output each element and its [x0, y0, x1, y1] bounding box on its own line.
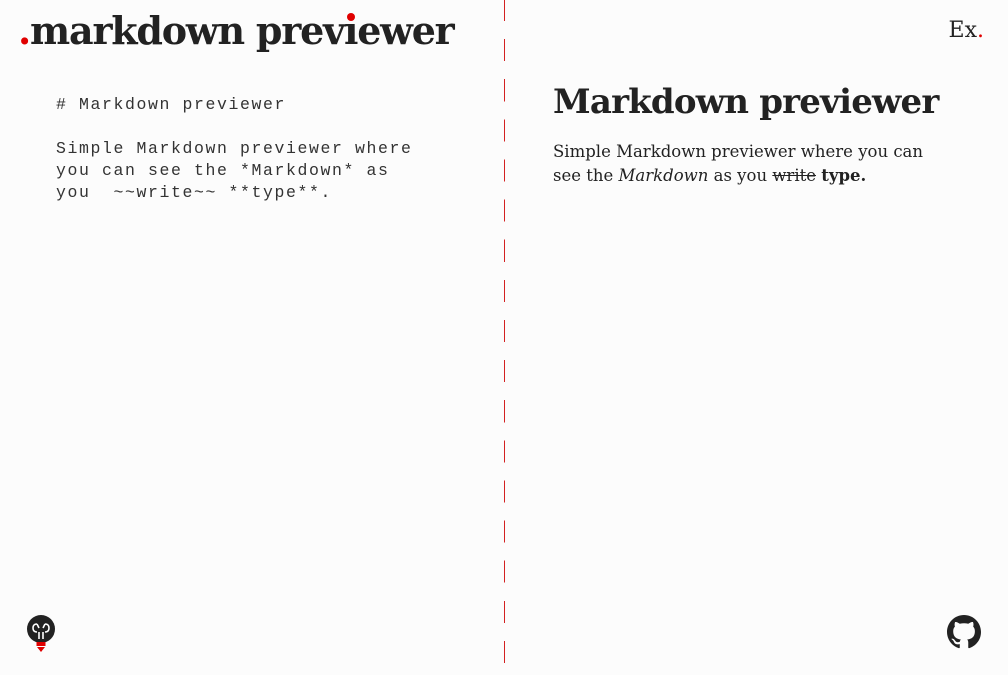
pane-divider [504, 0, 505, 675]
logo-text-end: ewer [357, 8, 455, 53]
preview-bold: type. [821, 166, 867, 185]
example-dot: . [977, 18, 984, 43]
logo-i-letter: ı [343, 8, 358, 53]
logo-text-start: markdown prev [30, 8, 345, 53]
example-button[interactable]: Ex. [949, 18, 984, 43]
app-logo: .markdown prevıewer [18, 8, 455, 53]
example-label: Ex [948, 18, 977, 43]
preview-italic: Markdown [618, 166, 709, 185]
preview-paragraph: Simple Markdown previewer where you can … [553, 140, 953, 188]
preview-strikethrough: write [772, 166, 816, 185]
markdown-editor[interactable]: # Markdown previewer Simple Markdown pre… [56, 94, 456, 574]
lightbulb-icon[interactable] [26, 614, 56, 654]
preview-text-2: as you [708, 166, 773, 185]
logo-dot: . [18, 8, 31, 53]
markdown-preview: Markdown previewer Simple Markdown previ… [553, 82, 953, 188]
github-icon[interactable] [947, 615, 981, 649]
preview-heading: Markdown previewer [553, 82, 939, 122]
